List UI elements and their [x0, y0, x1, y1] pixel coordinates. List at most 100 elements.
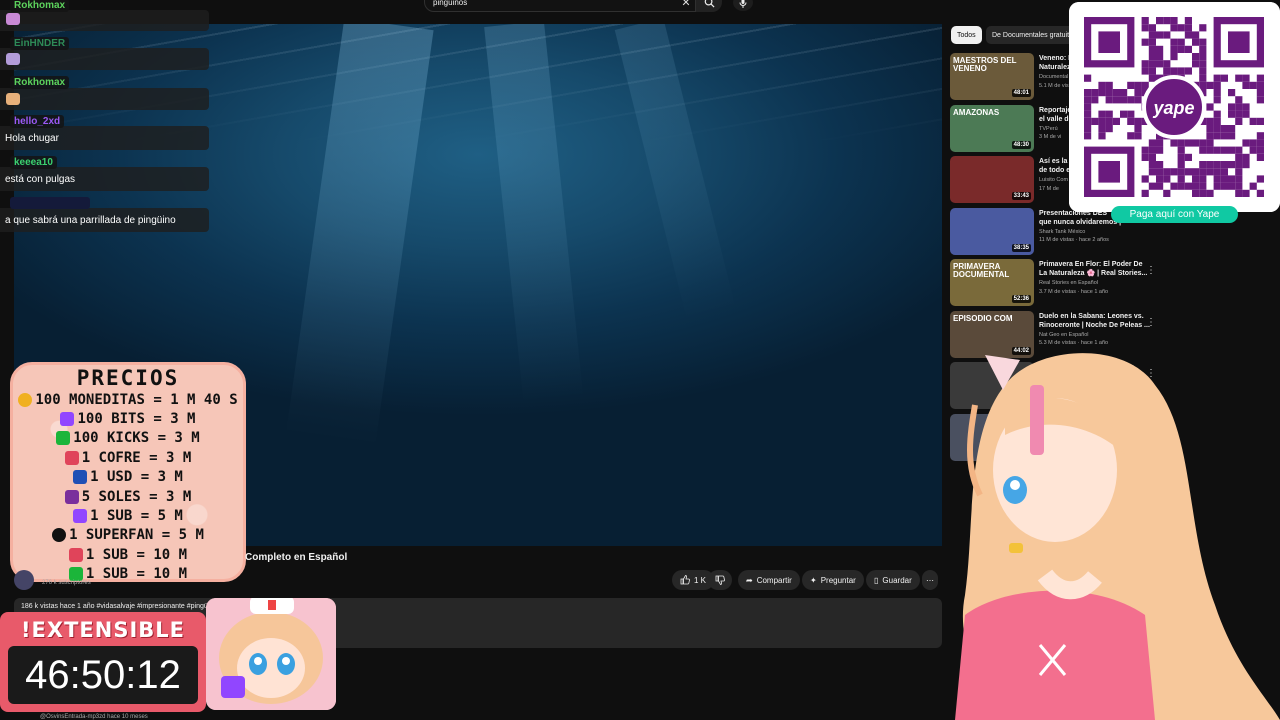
yape-logo: yape — [1152, 98, 1194, 118]
related-meta: Real Stories en Español 3.7 M de vistas ·… — [1039, 279, 1108, 296]
video-duration: 33:43 — [1011, 192, 1031, 200]
vtuber-character-icon — [955, 353, 1280, 720]
chat-text: Hola chugar — [5, 133, 59, 144]
search-input[interactable]: pinguinos — [433, 0, 677, 7]
chat-message: Rokhomax — [0, 76, 209, 110]
related-thumbnail[interactable]: PRIMAVERA DOCUMENTAL 52:36 — [950, 259, 1034, 306]
related-stats: 3.7 M de vistas · hace 1 año — [1039, 288, 1109, 295]
more-options-icon[interactable]: ⋮ — [1146, 317, 1156, 328]
save-label: Guardar — [882, 575, 912, 585]
related-thumbnail[interactable]: MAESTROS DEL VENENO 48:01 — [950, 53, 1034, 100]
related-channel[interactable]: Nat Geo en Español — [1039, 331, 1108, 340]
chat-message: Rokhomax — [0, 0, 209, 31]
chat-message: keeea10 está con pulgas — [0, 156, 209, 191]
price-row: 5 SOLES = 3 M — [13, 487, 243, 506]
chip-all[interactable]: Todos — [951, 26, 982, 44]
share-button[interactable]: ➦ Compartir — [738, 570, 800, 590]
price-text: 100 BITS = 3 M — [77, 410, 196, 427]
thumbnail-text: PRIMAVERA DOCUMENTAL — [953, 262, 1010, 280]
prices-title: PRECIOS — [76, 366, 180, 390]
price-text: 5 SOLES = 3 M — [81, 488, 192, 505]
related-title[interactable]: Primavera En Flor: El Poder De La Natura… — [1039, 260, 1154, 278]
tiktok-icon — [52, 528, 67, 543]
share-icon: ➦ — [746, 575, 753, 585]
price-row: 1 SUPERFAN = 5 M — [13, 526, 243, 545]
price-row: 1 SUB = 5 M — [13, 506, 243, 525]
chat-username: keeea10 — [10, 156, 57, 169]
save-icon: ▯ — [874, 575, 879, 585]
thumbnail-text: MAESTROS DEL VENENO — [953, 56, 1017, 74]
thumbnail-text: EPISODIO COM — [953, 313, 1013, 323]
yape-icon — [64, 489, 79, 504]
emote-icon — [6, 13, 20, 25]
price-text: 1 SUB = 10 M — [85, 546, 188, 563]
chat-text: está con pulgas — [5, 174, 76, 185]
related-channel[interactable]: Luisito Com — [1039, 176, 1068, 185]
paypal-icon — [73, 470, 88, 485]
price-text: 1 SUB = 10 M — [85, 566, 188, 583]
dislike-button[interactable] — [708, 570, 732, 590]
stream-screen: pinguinos ✕ Rokhomax EinHNDER Rokhomax h… — [0, 0, 1280, 720]
related-title[interactable]: Duelo en la Sabana: Leones vs. Rinoceron… — [1039, 312, 1154, 330]
timer-value: 46:50:12 — [8, 646, 198, 704]
video-duration: 48:01 — [1011, 89, 1031, 97]
yape-pay-button[interactable]: Paga aquí con Yape — [1111, 206, 1238, 223]
related-channel[interactable]: Shark Tank México — [1039, 228, 1109, 237]
related-thumbnail[interactable]: 38:35 — [950, 207, 1034, 255]
video-meta: 186 k vistas hace 1 año #vidasalvaje #im… — [21, 603, 208, 610]
kick-icon — [56, 431, 71, 446]
ask-button[interactable]: ✦ Preguntar — [802, 570, 864, 590]
more-button[interactable]: ⋯ — [922, 570, 938, 590]
related-thumbnail[interactable]: 33:43 — [950, 156, 1034, 203]
yape-qr-panel: yape — [1069, 2, 1280, 212]
related-channel[interactable]: Documental — [1039, 73, 1069, 82]
video-duration: 48:30 — [1011, 140, 1031, 149]
search-icon — [704, 0, 715, 8]
price-row: 1 COFRE = 3 M — [13, 448, 243, 467]
chat-username: EinHNDER — [10, 37, 70, 50]
chip-documentales[interactable]: De Documentales gratuit — [986, 26, 1076, 44]
more-options-icon[interactable]: ⋮ — [1146, 265, 1156, 276]
chest-icon — [64, 450, 79, 465]
chat-username: Rokhomax — [10, 76, 70, 89]
price-row: 100 KICKS = 3 M — [13, 429, 243, 448]
qr-code-icon: yape — [1069, 2, 1280, 212]
related-meta: Documental 5.1 M de vis — [1039, 73, 1069, 90]
price-row: 1 SUB = 10 M — [13, 545, 243, 564]
chat-username — [10, 197, 90, 209]
ask-label: Preguntar — [820, 575, 856, 585]
chat-username: hello_2xd — [10, 115, 65, 128]
emote-icon — [6, 53, 20, 65]
price-text: 100 KICKS = 3 M — [73, 430, 200, 447]
chest-icon — [68, 547, 83, 562]
price-text: 1 SUPERFAN = 5 M — [69, 527, 204, 544]
search-box[interactable]: pinguinos ✕ — [424, 0, 696, 12]
related-thumbnail[interactable]: AMAZONAS 48:30 — [950, 104, 1034, 152]
subathon-timer: !EXTENSIBLE 46:50:12 — [0, 612, 206, 712]
related-meta: TVPerú 3 M de vi — [1039, 125, 1061, 142]
chat-username: Rokhomax — [10, 0, 70, 12]
microphone-icon — [739, 0, 747, 8]
save-button[interactable]: ▯ Guardar — [866, 570, 920, 590]
related-meta: Shark Tank México 11 M de vistas · hace 2… — [1039, 228, 1109, 245]
chat-text: a que sabrá una parrillada de pingüino — [5, 215, 176, 226]
prices-panel: PRECIOS 100 MONEDITAS = 1 M 40 S 100 BITS… — [10, 362, 246, 582]
chat-message: a que sabrá una parrillada de pingüino — [0, 197, 209, 232]
dislike-icon — [715, 575, 725, 585]
related-stats: 5.1 M de vis — [1039, 82, 1069, 89]
emote-icon — [6, 93, 20, 105]
vtuber-avatar — [945, 345, 1280, 720]
related-stats: 17 M de — [1039, 185, 1059, 192]
kick-icon — [68, 567, 83, 582]
channel-avatar[interactable] — [14, 570, 34, 590]
price-row: 1 USD = 3 M — [13, 468, 243, 487]
clear-search-icon[interactable]: ✕ — [677, 0, 695, 9]
more-icon: ⋯ — [926, 575, 934, 585]
related-channel[interactable]: Real Stories en Español — [1039, 279, 1108, 288]
coin-icon — [18, 392, 33, 407]
related-channel[interactable]: TVPerú — [1039, 125, 1061, 134]
timer-label: !EXTENSIBLE — [20, 618, 186, 642]
price-row: 100 MONEDITAS = 1 M 40 S — [13, 390, 243, 409]
chat-message: hello_2xd Hola chugar — [0, 115, 209, 150]
like-icon — [680, 575, 690, 585]
